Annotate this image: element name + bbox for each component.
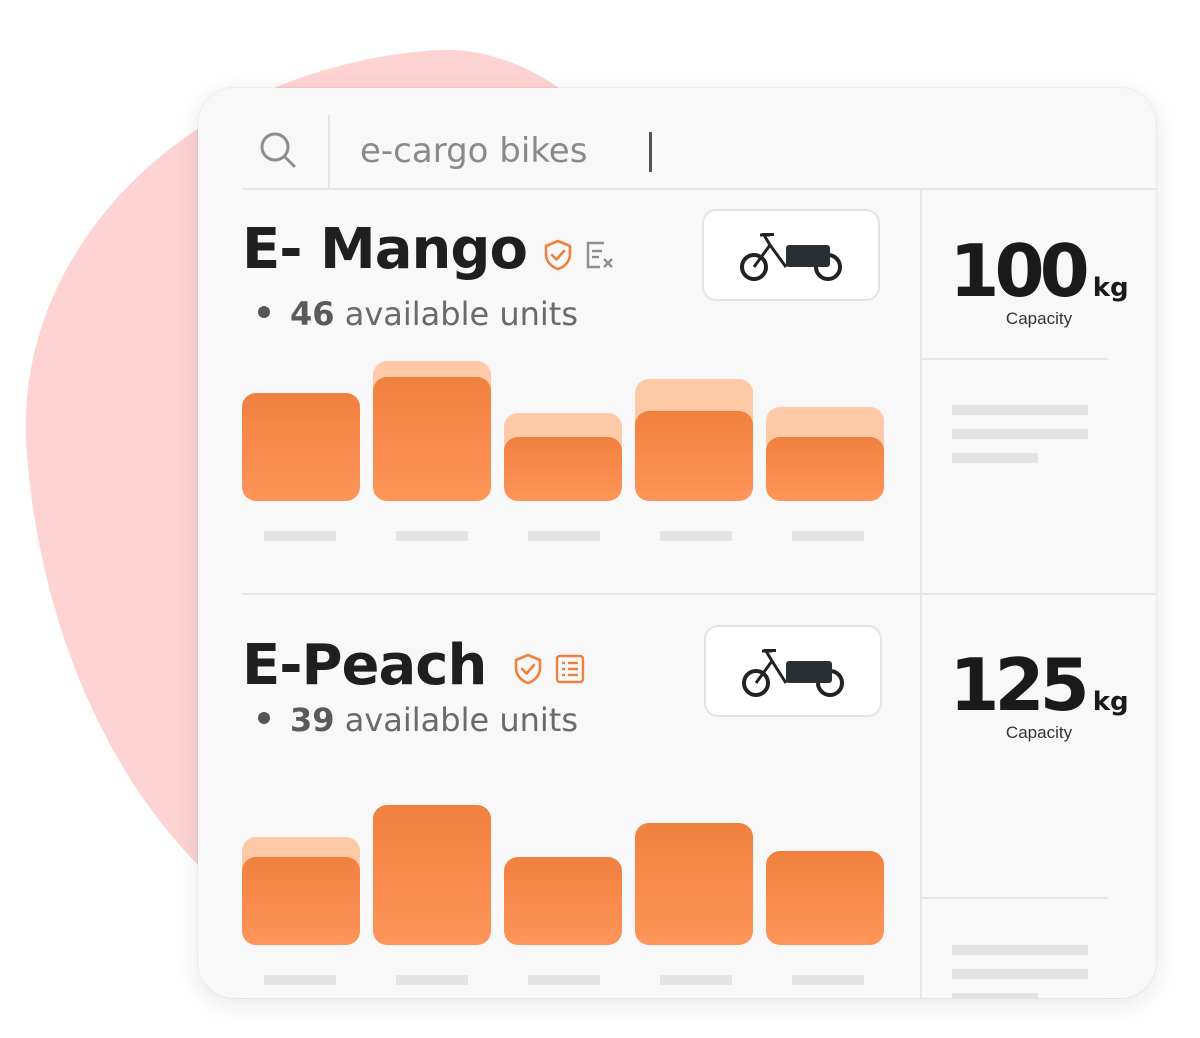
capacity-value: 100 (949, 229, 1089, 313)
side-divider (922, 358, 1108, 360)
bullet-dot (258, 712, 270, 724)
search-bar[interactable] (242, 88, 1156, 190)
bar (635, 379, 753, 501)
bar-fill (766, 437, 884, 501)
text-placeholder-line (952, 453, 1038, 463)
side-divider (922, 897, 1108, 899)
bar-label-placeholder (264, 975, 336, 985)
bar-fill (635, 823, 753, 945)
bar (504, 857, 622, 945)
units-text: available units (334, 295, 578, 333)
bar-label-placeholder (396, 531, 468, 541)
cargo-bike-icon (742, 649, 844, 697)
search-divider (328, 115, 330, 188)
product-name[interactable]: E-Peach (242, 633, 487, 698)
list-remove-icon (586, 241, 613, 269)
bar-label-placeholder (792, 975, 864, 985)
shield-check-icon (544, 239, 572, 271)
units-count: 46 (290, 295, 335, 333)
bar-label-placeholder (660, 975, 732, 985)
bike-thumbnail[interactable] (702, 209, 880, 301)
capacity-block: 125 kg Capacity (922, 643, 1156, 743)
bar-fill (242, 393, 360, 501)
bar (373, 361, 491, 501)
units-count: 39 (290, 701, 335, 739)
text-placeholder-line (952, 969, 1088, 979)
bullet-dot (258, 306, 270, 318)
bar-fill (242, 857, 360, 945)
bar-fill (373, 805, 491, 945)
availability-chart (242, 805, 884, 985)
bike-thumbnail[interactable] (704, 625, 882, 717)
bar-fill (766, 851, 884, 945)
text-placeholder-line (952, 945, 1088, 955)
bar (504, 413, 622, 501)
text-caret (649, 132, 652, 172)
bar-label-placeholder (528, 531, 600, 541)
bar-label-placeholder (660, 531, 732, 541)
bar-label-placeholder (396, 975, 468, 985)
bar-fill (504, 437, 622, 501)
available-units: 46 available units (258, 295, 578, 333)
availability-chart (242, 361, 884, 541)
text-placeholder-line (952, 429, 1088, 439)
bar-label-placeholder (528, 975, 600, 985)
shield-check-icon (514, 653, 542, 685)
product-card-e-mango[interactable]: E- Mango 46 available units 100 kg Capac… (198, 189, 1156, 589)
bar (373, 805, 491, 945)
search-input[interactable] (360, 126, 1060, 176)
bar-fill (504, 857, 622, 945)
capacity-unit: kg (1092, 273, 1129, 303)
capacity-block: 100 kg Capacity (922, 229, 1156, 329)
units-text: available units (334, 701, 578, 739)
bar (766, 851, 884, 945)
bar-label-placeholder (264, 531, 336, 541)
available-units: 39 available units (258, 701, 578, 739)
bar (766, 407, 884, 501)
search-results-card: E- Mango 46 available units (198, 88, 1156, 998)
capacity-value: 125 (949, 643, 1089, 727)
bar (242, 393, 360, 501)
product-name[interactable]: E- Mango (242, 217, 528, 282)
search-icon[interactable] (258, 130, 298, 170)
capacity-unit: kg (1092, 687, 1129, 717)
text-placeholder-line (952, 993, 1038, 998)
bar (635, 823, 753, 945)
bar (242, 837, 360, 945)
bar-label-placeholder (792, 531, 864, 541)
bar-fill (373, 377, 491, 501)
text-placeholder-line (952, 405, 1088, 415)
product-card-e-peach[interactable]: E-Peach 39 available units 125 kg Capaci… (198, 595, 1156, 998)
list-icon (555, 654, 585, 684)
cargo-bike-icon (740, 233, 842, 281)
bar-fill (635, 411, 753, 501)
